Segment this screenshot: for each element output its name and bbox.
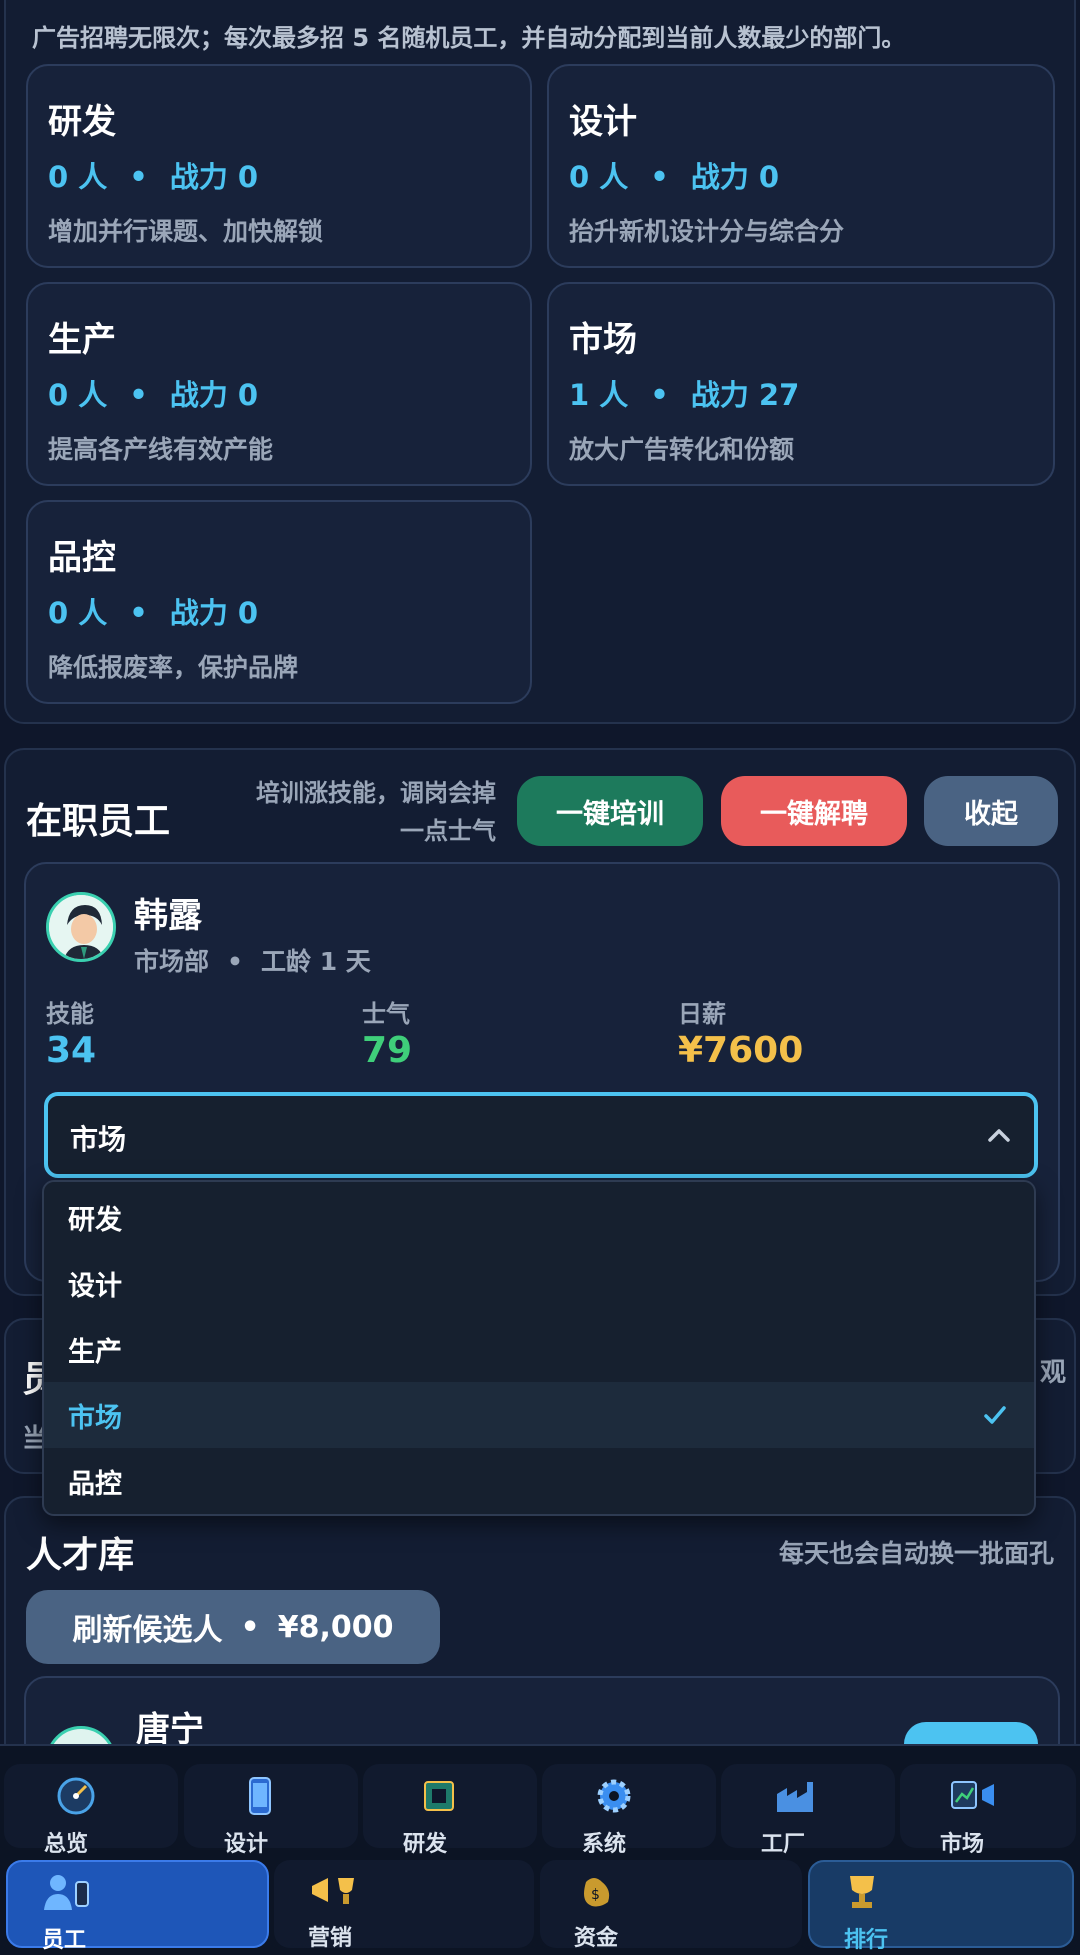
dept-stats: 0 人 • 战力 0	[48, 160, 259, 194]
dropdown-option-production[interactable]: 生产	[44, 1316, 1034, 1382]
staff-hint: 培训涨技能，调岗会掉 一点士气	[256, 779, 496, 845]
bottom-nav: 总览 设计 研发 系统 工厂 市场 员工 营销 $ 资金 排行	[0, 1744, 1080, 1955]
check-icon	[982, 1402, 1008, 1435]
dept-stats: 0 人 • 战力 0	[48, 596, 259, 630]
nav-label: 市场	[940, 1832, 985, 1857]
department-panel: 广告招聘无限次；每次最多招 5 名随机员工，并自动分配到当前人数最少的部门。 研…	[4, 0, 1076, 724]
dept-desc: 提高各产线有效产能	[48, 435, 274, 464]
dept-desc: 降低报废率，保护品牌	[48, 653, 299, 682]
dept-card-design[interactable]: 设计 0 人 • 战力 0 抬升新机设计分与综合分	[547, 64, 1055, 268]
chevron-up-icon	[986, 1120, 1012, 1150]
nav-label: 系统	[582, 1832, 627, 1857]
gear-icon	[592, 1776, 646, 1816]
nav-market[interactable]: 市场	[900, 1764, 1076, 1857]
dept-stats: 1 人 • 战力 27	[569, 378, 800, 412]
chart-megaphone-icon	[950, 1776, 1004, 1816]
chip-icon	[413, 1776, 467, 1816]
recruit-note: 广告招聘无限次；每次最多招 5 名随机员工，并自动分配到当前人数最少的部门。	[32, 24, 906, 52]
nav-label: 排行	[844, 1928, 889, 1953]
employee-meta: 市场部 • 工龄 1 天	[134, 947, 371, 976]
nav-marketing[interactable]: 营销	[274, 1860, 534, 1951]
fire-all-button[interactable]: 一键解聘	[721, 776, 907, 846]
train-all-button[interactable]: 一键培训	[517, 776, 703, 846]
morale-value: 79	[362, 1030, 413, 1071]
dropdown-option-market[interactable]: 市场	[44, 1382, 1034, 1448]
dashboard-gauge-icon	[54, 1776, 108, 1816]
collapse-button[interactable]: 收起	[924, 776, 1058, 846]
person-phone-icon	[42, 1872, 96, 1912]
nav-label: 总览	[44, 1832, 89, 1857]
nav-ranking[interactable]: 排行	[808, 1860, 1074, 1953]
nav-label: 员工	[42, 1928, 87, 1953]
department-select-value: 市场	[70, 1123, 127, 1156]
money-bag-icon: $	[574, 1870, 628, 1910]
svg-text:$: $	[591, 1887, 600, 1903]
talent-hint: 每天也会自动换一批面孔	[778, 1539, 1054, 1568]
dropdown-option-qc[interactable]: 品控	[44, 1448, 1034, 1514]
morale-label: 士气	[362, 1000, 410, 1028]
nav-label: 资金	[574, 1926, 619, 1951]
employee-name: 韩露	[134, 896, 202, 936]
staff-title: 在职员工	[26, 801, 171, 842]
dropdown-option-design[interactable]: 设计	[44, 1250, 1034, 1316]
dept-name: 设计	[569, 102, 637, 142]
dept-card-rd[interactable]: 研发 0 人 • 战力 0 增加并行课题、加快解锁	[26, 64, 532, 268]
nav-rd[interactable]: 研发	[363, 1764, 537, 1857]
nav-design[interactable]: 设计	[184, 1764, 358, 1857]
dept-stats: 0 人 • 战力 0	[48, 378, 259, 412]
dept-card-qc[interactable]: 品控 0 人 • 战力 0 降低报废率，保护品牌	[26, 500, 532, 704]
nav-label: 设计	[224, 1832, 269, 1857]
nav-overview[interactable]: 总览	[4, 1764, 178, 1857]
nav-system[interactable]: 系统	[542, 1764, 716, 1857]
dept-stats: 0 人 • 战力 0	[569, 160, 780, 194]
smartphone-icon	[234, 1776, 288, 1816]
dept-name: 市场	[569, 320, 637, 360]
dept-name: 品控	[48, 538, 116, 578]
nav-funds[interactable]: $ 资金	[540, 1860, 802, 1951]
dept-desc: 抬升新机设计分与综合分	[569, 217, 845, 246]
factory-icon	[771, 1776, 825, 1816]
trophy-icon	[840, 1872, 894, 1912]
department-dropdown-list: 研发 设计 生产 市场 品控	[42, 1180, 1036, 1516]
skill-label: 技能	[46, 1000, 94, 1028]
salary-value: ¥7600	[678, 1030, 804, 1071]
hidden-panel-hint-fragment: 观	[1039, 1358, 1066, 1388]
megaphone-trophy-icon	[308, 1870, 362, 1910]
dept-name: 生产	[48, 320, 116, 360]
dept-desc: 增加并行课题、加快解锁	[48, 217, 324, 246]
dropdown-option-rd[interactable]: 研发	[44, 1184, 1034, 1250]
refresh-candidates-button[interactable]: 刷新候选人 • ¥8,000	[26, 1590, 440, 1664]
nav-factory[interactable]: 工厂	[721, 1764, 895, 1857]
dept-card-production[interactable]: 生产 0 人 • 战力 0 提高各产线有效产能	[26, 282, 532, 486]
salary-label: 日薪	[678, 1000, 726, 1028]
nav-label: 工厂	[761, 1832, 806, 1857]
skill-value: 34	[46, 1030, 97, 1071]
dept-name: 研发	[48, 102, 116, 142]
nav-label: 营销	[308, 1926, 353, 1951]
nav-label: 研发	[403, 1832, 448, 1857]
avatar	[46, 892, 116, 962]
dept-card-market[interactable]: 市场 1 人 • 战力 27 放大广告转化和份额	[547, 282, 1055, 486]
dept-desc: 放大广告转化和份额	[569, 435, 795, 464]
talent-title: 人才库	[26, 1535, 135, 1576]
nav-staff[interactable]: 员工	[6, 1860, 269, 1953]
department-select[interactable]: 市场	[44, 1092, 1038, 1178]
